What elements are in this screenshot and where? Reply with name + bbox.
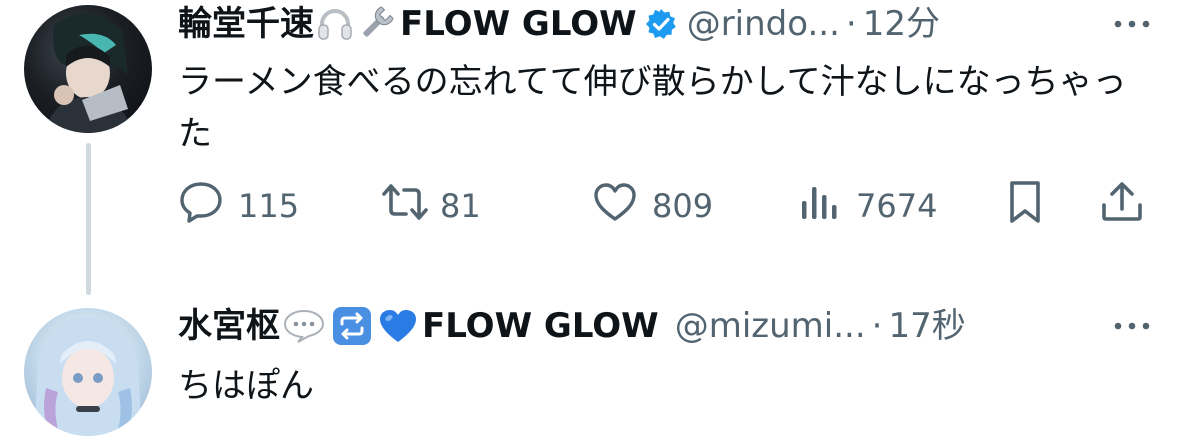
bookmark-button[interactable] (1004, 179, 1046, 233)
speech-balloon-emoji (282, 308, 326, 344)
handle[interactable]: @rindo... (687, 2, 840, 46)
verified-badge-icon (645, 8, 677, 40)
heart-icon (592, 181, 638, 231)
display-name[interactable]: 輪堂千速 (178, 2, 314, 46)
timestamp[interactable]: 12分 (863, 2, 940, 46)
tweet-header: 水宮枢 FLOW GLOW @mizumi... · 17秒 (178, 304, 966, 348)
like-count: 809 (652, 187, 714, 225)
group-name: FLOW GLOW (422, 306, 659, 346)
view-count: 7674 (856, 187, 938, 225)
handle[interactable]: @mizumi... (675, 304, 866, 348)
share-icon (1098, 179, 1146, 233)
display-name[interactable]: 水宮枢 (178, 304, 280, 348)
more-options-icon[interactable] (1107, 2, 1157, 46)
tweet-header: 輪堂千速 FLOW GLOW @rindo... · 12分 (178, 2, 940, 46)
reply-count: 115 (238, 187, 300, 225)
avatar-mizumiya[interactable] (24, 308, 152, 436)
like-button[interactable]: 809 (592, 182, 713, 230)
tweet-text: ちはぽん (178, 366, 314, 406)
separator-dot: · (871, 306, 883, 346)
reply-button[interactable]: 115 (178, 182, 299, 230)
repost-icon (380, 180, 430, 232)
headphones-emoji (316, 6, 354, 42)
blue-heart-emoji (378, 308, 418, 344)
more-options-icon[interactable] (1107, 304, 1157, 348)
views-chart-icon (798, 181, 842, 231)
repost-count: 81 (440, 187, 481, 225)
group-name: FLOW GLOW (400, 4, 637, 44)
avatar-rindo[interactable] (24, 5, 152, 133)
thread-line (86, 143, 91, 295)
views-button[interactable]: 7674 (798, 182, 937, 230)
share-button[interactable] (1098, 182, 1146, 230)
reply-icon (178, 180, 224, 232)
tweet-text: ラーメン食べるの忘れてて伸び散らかして汁なしになっちゃった (178, 62, 1127, 154)
bookmark-icon (1004, 179, 1046, 233)
repeat-emoji (332, 306, 372, 346)
timestamp[interactable]: 17秒 (888, 304, 965, 348)
wrench-emoji (356, 6, 396, 42)
repost-button[interactable]: 81 (380, 182, 481, 230)
separator-dot: · (845, 4, 857, 44)
